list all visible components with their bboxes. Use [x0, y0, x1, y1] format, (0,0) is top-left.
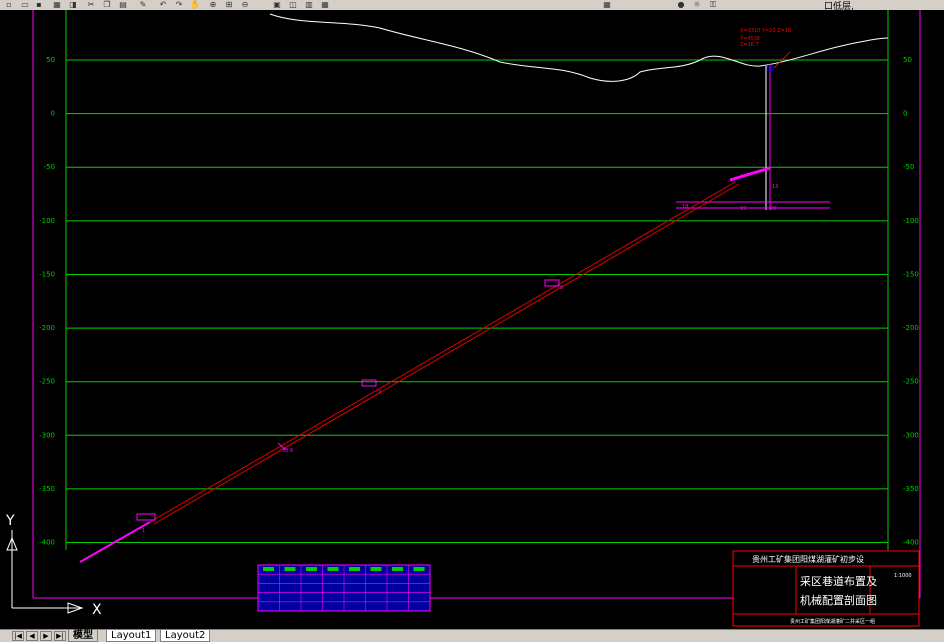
undo-icon[interactable]: ↶ — [156, 0, 170, 9]
label-bottom: 1 — [142, 528, 145, 534]
ucs-x-label: X — [92, 602, 102, 618]
label-shaft-mid: 13 — [772, 184, 778, 190]
layout-tab-bar: |◀ ◀ ▶ ▶| 模型 Layout1 Layout2 — [0, 629, 944, 642]
y-tick-label-left: -50 — [44, 163, 55, 171]
svg-text:X=3310 Y=20 Z=16: X=3310 Y=20 Z=16 — [740, 28, 791, 34]
print-icon[interactable]: ▦ — [50, 0, 64, 9]
y-tick-label-left: -250 — [39, 378, 55, 386]
tab-layout2[interactable]: Layout2 — [160, 630, 211, 642]
title-block-header: 贵州工矿集团阳煤湖灌矿初步设 — [752, 554, 864, 564]
y-tick-label-left: -300 — [39, 431, 55, 439]
open-icon[interactable]: ▭ — [18, 0, 32, 9]
ucs-icon: Y X — [5, 513, 102, 618]
layer-icon[interactable]: ▦ — [600, 0, 614, 9]
y-tick-label-right: -200 — [903, 324, 919, 332]
sun-icon[interactable]: ☼ — [690, 0, 704, 9]
tool-palette-icon[interactable]: ▥ — [302, 0, 316, 9]
title-block-title-line2: 机械配置剖面图 — [800, 593, 877, 607]
lock-icon[interactable]: ⚿ — [706, 0, 720, 9]
y-tick-label-left: -100 — [39, 217, 55, 225]
legend-table — [257, 564, 431, 612]
match-icon[interactable]: ✎ — [136, 0, 150, 9]
y-tick-label-left: 0 — [51, 110, 55, 118]
redo-icon[interactable]: ↷ — [172, 0, 186, 9]
ground-surface-line — [269, 13, 889, 82]
svg-text:20: 20 — [770, 206, 776, 212]
title-block-footer: 贵州工矿集团阳煤湖灌矿二井采区一组 — [790, 618, 875, 625]
label-mid1: 7 — [378, 390, 381, 396]
lightbulb-icon[interactable]: ● — [674, 0, 688, 9]
prev-tab-button[interactable]: ◀ — [26, 631, 38, 641]
y-tick-label-right: 0 — [903, 110, 907, 118]
y-tick-label-right: -50 — [903, 163, 914, 171]
zoom-realtime-icon[interactable]: ⊕ — [206, 0, 220, 9]
y-tick-label-right: -250 — [903, 378, 919, 386]
drawing-canvas[interactable]: 50 0 -50 -100 -150 -200 -250 -300 -350 -400 50 0 -5… — [0, 10, 944, 629]
tab-model[interactable]: 模型 — [68, 630, 98, 642]
last-tab-button[interactable]: ▶| — [54, 631, 66, 641]
copy-icon[interactable]: ❐ — [100, 0, 114, 9]
first-tab-button[interactable]: |◀ — [12, 631, 24, 641]
label-mid3: 33.6 — [282, 448, 293, 454]
y-tick-label-right: -350 — [903, 485, 919, 493]
label-mid2: 5 — [560, 285, 563, 291]
cut-icon[interactable]: ✂ — [84, 0, 98, 9]
shaft-bottom-tunnel: 13 19 20 18 — [676, 166, 830, 212]
preview-icon[interactable]: ◨ — [66, 0, 80, 9]
new-icon[interactable]: ▫ — [2, 0, 16, 9]
design-center-icon[interactable]: ◫ — [286, 0, 300, 9]
y-axis-right-labels: 50 0 -50 -100 -150 -200 -250 -300 -350 -400 — [903, 56, 919, 547]
y-tick-label-left: -350 — [39, 485, 55, 493]
title-block: 贵州工矿集团阳煤湖灌矿初步设 采区巷道布置及 机械配置剖面图 1:1000 贵州… — [732, 550, 920, 627]
title-block-title-line1: 采区巷道布置及 — [800, 574, 877, 588]
calc-icon[interactable]: ▦ — [318, 0, 332, 9]
shaft: X=3310 Y=20 Z=16 Y=4536 Z=16.7 — [739, 28, 791, 210]
y-tick-label-right: -300 — [903, 431, 919, 439]
zoom-previous-icon[interactable]: ⊖ — [238, 0, 252, 9]
tab-layout1[interactable]: Layout1 — [106, 630, 157, 642]
y-tick-label-right: -100 — [903, 217, 919, 225]
y-tick-label-left: -200 — [39, 324, 55, 332]
paste-icon[interactable]: ▤ — [116, 0, 130, 9]
title-block-scale: 1:1000 — [894, 573, 912, 579]
next-tab-button[interactable]: ▶ — [40, 631, 52, 641]
pan-icon[interactable]: ✋ — [188, 0, 202, 9]
svg-text:19: 19 — [740, 206, 746, 212]
svg-text:Z=16.7: Z=16.7 — [740, 42, 759, 48]
ucs-y-label: Y — [5, 513, 15, 529]
label-shaft-top: 4 — [740, 174, 743, 180]
y-tick-label-right: -400 — [903, 539, 919, 547]
grid-lines — [66, 59, 888, 544]
save-icon[interactable]: ▪ — [32, 0, 46, 9]
properties-icon[interactable]: ▣ — [270, 0, 284, 9]
zoom-window-icon[interactable]: ⊞ — [222, 0, 236, 9]
y-tick-label-left: 50 — [46, 56, 55, 64]
y-tick-label-left: -400 — [39, 539, 55, 547]
y-axis-left-labels: 50 0 -50 -100 -150 -200 -250 -300 -350 -400 — [39, 56, 55, 547]
y-tick-label-right: -150 — [903, 270, 919, 278]
inclined-tunnel: 7 5 33.6 1 4 — [79, 174, 743, 563]
y-tick-label-left: -150 — [39, 270, 55, 278]
y-tick-label-right: 50 — [903, 56, 912, 64]
